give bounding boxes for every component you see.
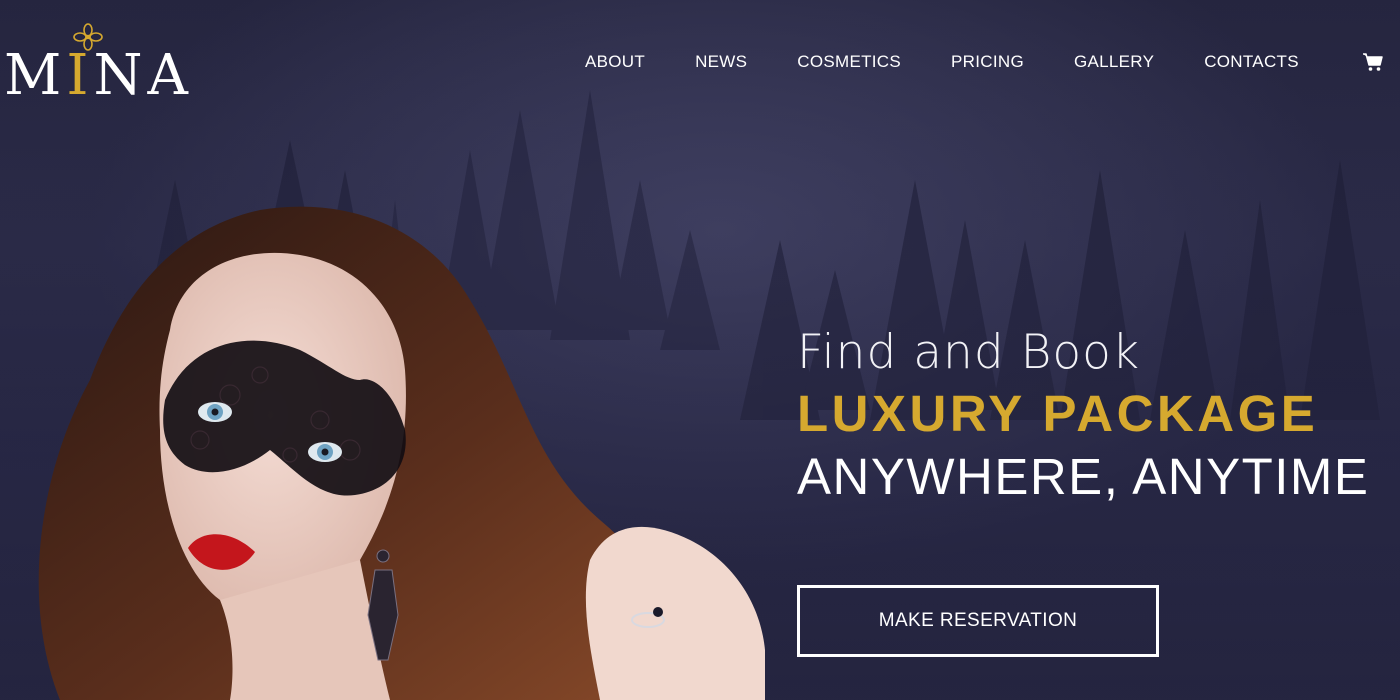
brand-name: MINA [4, 43, 193, 108]
hero-headline: Find and Book LUXURY PACKAGE ANYWHERE, A… [797, 324, 1397, 508]
make-reservation-button[interactable]: MAKE RESERVATION [797, 585, 1159, 657]
hero-section: MINA ABOUT NEWS COSMETICS PRICING GALLER… [0, 0, 1400, 700]
main-navigation: ABOUT NEWS COSMETICS PRICING GALLERY CON… [560, 48, 1349, 76]
brand-logo[interactable]: MINA [4, 22, 214, 106]
hero-headline-highlight: LUXURY PACKAGE [797, 385, 1319, 442]
hero-headline-line1: Find and Book [797, 325, 1141, 380]
shopping-cart-icon[interactable] [1362, 52, 1384, 72]
nav-item-about[interactable]: ABOUT [585, 52, 645, 72]
hero-headline-line3: ANYWHERE, ANYTIME [797, 448, 1370, 505]
nav-item-news[interactable]: NEWS [695, 52, 747, 72]
brand-name-accent-letter: I [66, 43, 94, 108]
nav-item-gallery[interactable]: GALLERY [1074, 52, 1154, 72]
nav-item-pricing[interactable]: PRICING [951, 52, 1024, 72]
nav-item-contacts[interactable]: CONTACTS [1204, 52, 1299, 72]
nav-item-cosmetics[interactable]: COSMETICS [797, 52, 901, 72]
